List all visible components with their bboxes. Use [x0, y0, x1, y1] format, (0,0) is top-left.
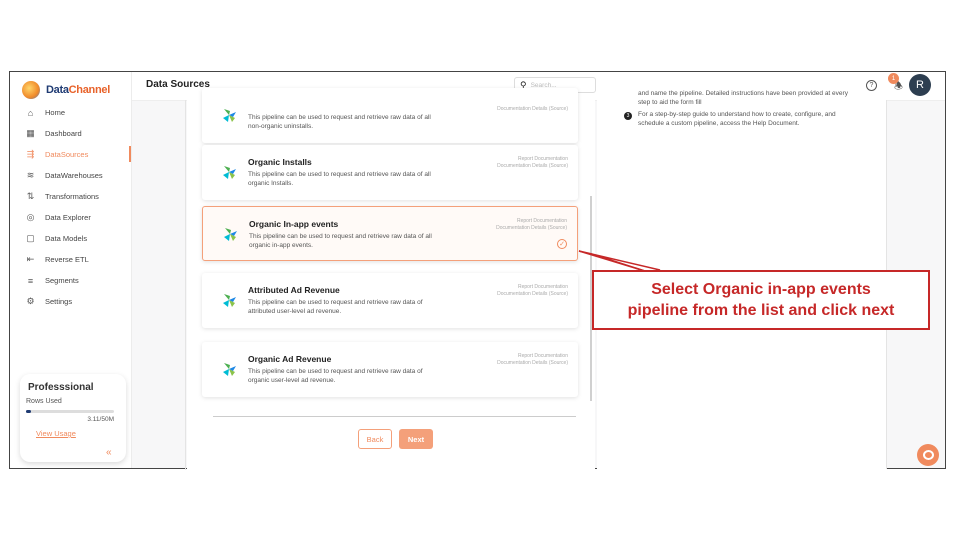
settings-icon: ⚙: [26, 296, 35, 306]
explorer-icon: ◎: [26, 212, 35, 222]
brand-name-part1: Data: [46, 84, 69, 96]
home-icon: ⌂: [27, 107, 34, 118]
report-documentation-link[interactable]: Report Documentation: [517, 218, 567, 224]
sidebar: DataChannel ⌂ Home ▦ Dashboard ⇶ DataSources ≋…: [10, 72, 132, 468]
report-documentation-link[interactable]: Report Documentation: [518, 156, 568, 162]
documentation-details-link[interactable]: Documentation Details (Source): [497, 163, 568, 169]
callout-line-1: Select Organic in-app events: [651, 281, 871, 298]
pipeline-card[interactable]: Organic Ad Revenue This pipeline can be u…: [202, 342, 578, 397]
selected-check-icon: ✓: [557, 239, 567, 249]
pipeline-description: This pipeline can be used to request and…: [249, 233, 432, 249]
sidebar-item-datawarehouses[interactable]: ≋ DataWarehouses: [10, 165, 131, 186]
pipeline-logo-icon: [224, 228, 237, 241]
sidebar-item-label: Settings: [45, 297, 73, 306]
content-divider: [185, 100, 186, 470]
pipeline-title: Organic Installs: [248, 157, 312, 167]
brand[interactable]: DataChannel: [22, 76, 110, 104]
sidebar-item-reverse-etl[interactable]: ⇤ Reverse ETL: [10, 249, 131, 270]
back-button[interactable]: Back: [358, 429, 392, 449]
sidebar-item-label: DataWarehouses: [45, 171, 103, 180]
help-guide-text: For a step-by-step guide to understand h…: [638, 111, 836, 127]
documentation-details-link[interactable]: Documentation Details (Source): [497, 106, 568, 112]
brand-name: DataChannel: [46, 84, 110, 96]
datachannel-logo-icon: [22, 81, 40, 99]
sidebar-item-label: Transformations: [45, 192, 99, 201]
next-button[interactable]: Next: [399, 429, 433, 449]
pipeline-list: This pipeline can be used to request and…: [187, 88, 595, 470]
sidebar-item-home[interactable]: ⌂ Home: [10, 102, 131, 123]
chat-icon: [922, 450, 934, 460]
sidebar-item-data-models[interactable]: ▢ Data Models: [10, 228, 131, 249]
sidebar-item-label: Home: [45, 108, 66, 117]
help-icon[interactable]: ?: [866, 80, 877, 91]
pipeline-card[interactable]: Organic In-app events This pipeline can b…: [202, 206, 578, 261]
models-icon: ▢: [26, 233, 35, 243]
pipeline-card[interactable]: Organic Installs This pipeline can be use…: [202, 145, 578, 200]
pipeline-description: This pipeline can be used to request and…: [248, 171, 431, 187]
transform-icon: ⇅: [26, 191, 35, 201]
pipeline-logo-icon: [223, 109, 236, 122]
usage-progress-fill: [26, 410, 32, 413]
callout-line-2: pipeline from the list and click next: [627, 302, 895, 319]
pipeline-title: Organic Ad Revenue: [248, 354, 332, 364]
sidebar-item-label: Dashboard: [45, 129, 82, 138]
report-documentation-link[interactable]: Report Documentation: [518, 284, 568, 290]
sidebar-item-segments[interactable]: ≡ Segments: [10, 270, 131, 291]
pipeline-description: This pipeline can be used to request and…: [248, 114, 431, 130]
sidebar-item-data-explorer[interactable]: ◎ Data Explorer: [10, 207, 131, 228]
sidebar-item-label: Data Models: [45, 234, 88, 243]
sidebar-item-label: Reverse ETL: [45, 255, 89, 264]
report-documentation-link[interactable]: Report Documentation: [518, 353, 568, 359]
documentation-details-link[interactable]: Documentation Details (Source): [496, 225, 567, 231]
notification-badge: 1: [888, 73, 899, 84]
collapse-sidebar-icon[interactable]: «: [106, 447, 112, 458]
sidebar-item-datasources[interactable]: ⇶ DataSources: [10, 144, 131, 165]
usage-progress-bar: [26, 410, 114, 413]
sidebar-nav: ⌂ Home ▦ Dashboard ⇶ DataSources ≋ DataWarehous…: [10, 102, 131, 312]
reverse-etl-icon: ⇤: [26, 254, 35, 264]
brand-name-part2: Channel: [68, 84, 111, 96]
page-title: Data Sources: [146, 79, 210, 90]
segments-icon: ≡: [27, 275, 34, 286]
plan-name: Professsional: [28, 382, 94, 393]
rows-used-label: Rows Used: [26, 398, 62, 405]
sidebar-item-dashboard[interactable]: ▦ Dashboard: [10, 123, 131, 144]
rows-count: 3.11/50M: [87, 416, 114, 423]
documentation-details-link[interactable]: Documentation Details (Source): [497, 360, 568, 366]
pipeline-logo-icon: [223, 363, 236, 376]
sidebar-item-label: Data Explorer: [45, 213, 91, 222]
warehouse-icon: ≋: [26, 170, 35, 180]
datasources-icon: ⇶: [26, 149, 35, 159]
avatar[interactable]: R: [909, 74, 931, 96]
pipeline-description: This pipeline can be used to request and…: [248, 368, 423, 384]
pipeline-title: Organic In-app events: [249, 219, 339, 229]
pipeline-title: Attributed Ad Revenue: [248, 285, 340, 295]
sidebar-item-label: DataSources: [45, 150, 89, 159]
sidebar-item-settings[interactable]: ⚙ Settings: [10, 291, 131, 312]
pipeline-card[interactable]: Attributed Ad Revenue This pipeline can b…: [202, 273, 578, 328]
pipeline-description: This pipeline can be used to request and…: [248, 299, 423, 315]
documentation-details-link[interactable]: Documentation Details (Source): [497, 291, 568, 297]
pipeline-logo-icon: [223, 294, 236, 307]
step-number-badge: 3: [624, 112, 632, 120]
view-usage-link[interactable]: View Usage: [36, 429, 76, 438]
sidebar-item-label: Segments: [45, 276, 79, 285]
dashboard-icon: ▦: [26, 128, 35, 138]
pipeline-card[interactable]: This pipeline can be used to request and…: [202, 88, 578, 143]
footer-divider: [213, 416, 576, 417]
chat-support-button[interactable]: [917, 444, 939, 466]
instruction-callout: Select Organic in-app events pipeline fr…: [592, 270, 930, 330]
help-step-text: and name the pipeline. Detailed instruct…: [638, 90, 848, 106]
pipeline-logo-icon: [223, 166, 236, 179]
sidebar-item-transformations[interactable]: ⇅ Transformations: [10, 186, 131, 207]
